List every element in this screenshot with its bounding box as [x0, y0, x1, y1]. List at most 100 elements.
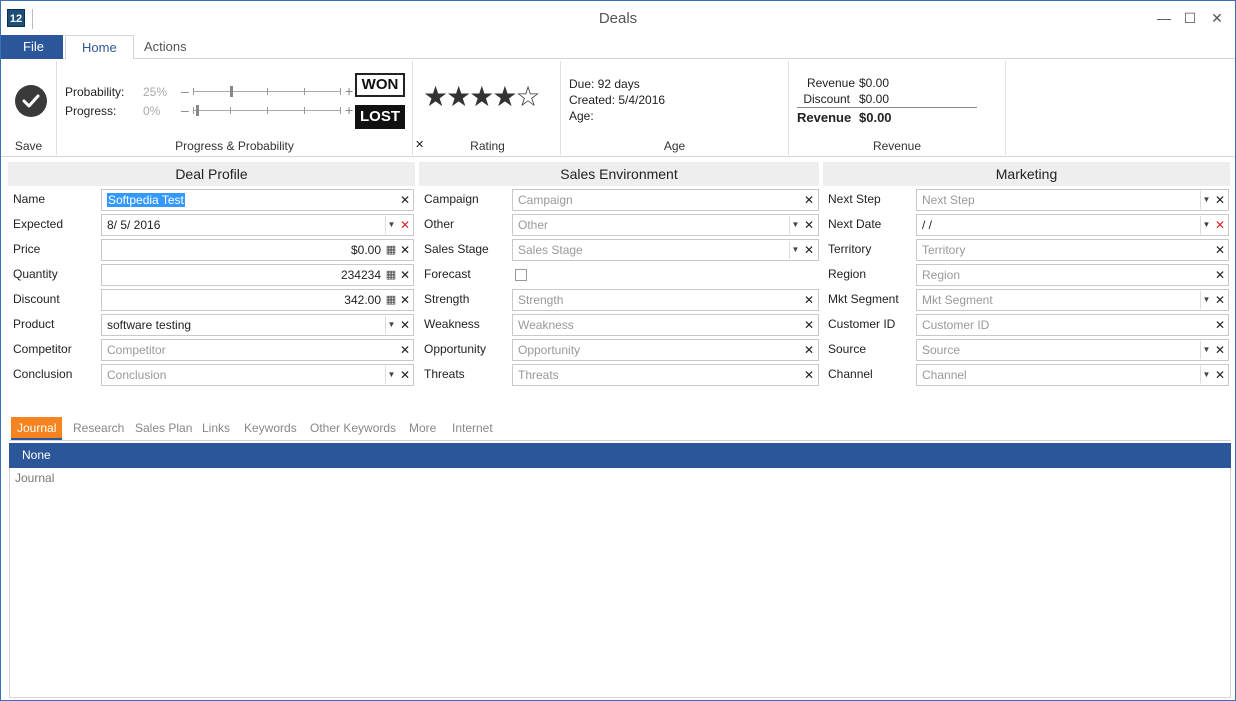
- rating-stars[interactable]: ★★★★☆: [423, 83, 541, 111]
- opportunity-clear-icon[interactable]: ✕: [802, 341, 816, 359]
- next-step-field[interactable]: Next Step: [916, 189, 1229, 211]
- region-clear-icon[interactable]: ✕: [1213, 266, 1227, 284]
- tab-actions[interactable]: Actions: [136, 35, 195, 59]
- progress-probability-label: Progress & Probability: [175, 139, 294, 153]
- quantity-field[interactable]: 234234: [101, 264, 414, 286]
- weakness-clear-icon[interactable]: ✕: [802, 316, 816, 334]
- maximize-button[interactable]: ☐: [1177, 7, 1203, 29]
- tab-more[interactable]: More: [403, 417, 442, 440]
- expected-dropdown-icon[interactable]: ▼: [385, 216, 397, 234]
- save-button[interactable]: [15, 85, 47, 117]
- other-dropdown-icon[interactable]: ▼: [789, 216, 801, 234]
- product-field[interactable]: software testing: [101, 314, 414, 336]
- star-empty-icon[interactable]: ☆: [515, 83, 540, 111]
- star-filled-icon[interactable]: ★: [446, 83, 471, 111]
- mkt-segment-clear-icon[interactable]: ✕: [1213, 291, 1227, 309]
- title-bar: 12 Deals — ☐ ✕: [1, 1, 1235, 35]
- next-date-clear-icon[interactable]: ✕: [1213, 216, 1227, 234]
- territory-row: Territory Territory ✕: [823, 237, 1230, 261]
- strength-clear-icon[interactable]: ✕: [802, 291, 816, 309]
- star-filled-icon[interactable]: ★: [469, 83, 494, 111]
- territory-field[interactable]: Territory: [916, 239, 1229, 261]
- name-clear-icon[interactable]: ✕: [398, 191, 412, 209]
- journal-text-area[interactable]: Journal: [9, 468, 1231, 698]
- quantity-calculator-icon[interactable]: ▦: [385, 266, 397, 284]
- campaign-field[interactable]: Campaign: [512, 189, 819, 211]
- channel-clear-icon[interactable]: ✕: [1213, 366, 1227, 384]
- opportunity-field[interactable]: Opportunity: [512, 339, 819, 361]
- progress-slider[interactable]: [193, 105, 341, 116]
- won-button[interactable]: WON: [355, 73, 405, 97]
- close-button[interactable]: ✕: [1204, 7, 1230, 29]
- next-step-clear-icon[interactable]: ✕: [1213, 191, 1227, 209]
- expected-label: Expected: [13, 217, 64, 231]
- probability-decrease-button[interactable]: –: [181, 83, 189, 99]
- probability-slider-thumb[interactable]: [230, 86, 233, 97]
- discount-field[interactable]: 342.00: [101, 289, 414, 311]
- conclusion-dropdown-icon[interactable]: ▼: [385, 366, 397, 384]
- tab-keywords[interactable]: Keywords: [238, 417, 303, 440]
- mkt-segment-dropdown-icon[interactable]: ▼: [1200, 291, 1212, 309]
- rating-label: Rating: [470, 139, 505, 153]
- next-date-dropdown-icon[interactable]: ▼: [1200, 216, 1212, 234]
- conclusion-clear-icon[interactable]: ✕: [398, 366, 412, 384]
- price-field[interactable]: $0.00: [101, 239, 414, 261]
- campaign-clear-icon[interactable]: ✕: [802, 191, 816, 209]
- product-dropdown-icon[interactable]: ▼: [385, 316, 397, 334]
- strength-field[interactable]: Strength: [512, 289, 819, 311]
- progress-slider-thumb[interactable]: [196, 105, 199, 116]
- tab-journal[interactable]: Journal: [11, 417, 63, 440]
- tab-internet[interactable]: Internet: [446, 417, 499, 440]
- sales-stage-dropdown-icon[interactable]: ▼: [789, 241, 801, 259]
- territory-clear-icon[interactable]: ✕: [1213, 241, 1227, 259]
- tab-sales-plan[interactable]: Sales Plan: [129, 417, 198, 440]
- expected-date-field[interactable]: 8/ 5/ 2016: [101, 214, 414, 236]
- quantity-clear-icon[interactable]: ✕: [398, 266, 412, 284]
- discount-label: Discount: [803, 92, 850, 106]
- other-clear-icon[interactable]: ✕: [802, 216, 816, 234]
- threats-clear-icon[interactable]: ✕: [802, 366, 816, 384]
- source-dropdown-icon[interactable]: ▼: [1200, 341, 1212, 359]
- price-calculator-icon[interactable]: ▦: [385, 241, 397, 259]
- tab-file[interactable]: File: [1, 35, 63, 59]
- probability-increase-button[interactable]: +: [345, 83, 353, 99]
- probability-value: 25%: [143, 85, 168, 99]
- discount-clear-icon[interactable]: ✕: [398, 291, 412, 309]
- sales-stage-clear-icon[interactable]: ✕: [802, 241, 816, 259]
- sales-stage-field[interactable]: Sales Stage: [512, 239, 819, 261]
- star-filled-icon[interactable]: ★: [423, 83, 448, 111]
- price-clear-icon[interactable]: ✕: [398, 241, 412, 259]
- product-clear-icon[interactable]: ✕: [398, 316, 412, 334]
- channel-field[interactable]: Channel: [916, 364, 1229, 386]
- name-field[interactable]: Softpedia Test: [101, 189, 414, 211]
- source-field[interactable]: Source: [916, 339, 1229, 361]
- region-field[interactable]: Region: [916, 264, 1229, 286]
- mkt-segment-field[interactable]: Mkt Segment: [916, 289, 1229, 311]
- competitor-field[interactable]: Competitor: [101, 339, 414, 361]
- threats-field[interactable]: Threats: [512, 364, 819, 386]
- lost-button[interactable]: LOST: [355, 105, 405, 129]
- tab-other-keywords[interactable]: Other Keywords: [304, 417, 402, 440]
- progress-decrease-button[interactable]: –: [181, 102, 189, 118]
- expected-clear-icon[interactable]: ✕: [398, 216, 412, 234]
- minimize-button[interactable]: —: [1151, 7, 1177, 29]
- other-field[interactable]: Other: [512, 214, 819, 236]
- tab-home[interactable]: Home: [65, 35, 134, 60]
- customer-id-clear-icon[interactable]: ✕: [1213, 316, 1227, 334]
- weakness-field[interactable]: Weakness: [512, 314, 819, 336]
- next-date-field[interactable]: / /: [916, 214, 1229, 236]
- forecast-checkbox[interactable]: [515, 269, 527, 281]
- journal-filter-bar[interactable]: None: [9, 443, 1231, 468]
- channel-dropdown-icon[interactable]: ▼: [1200, 366, 1212, 384]
- discount-calculator-icon[interactable]: ▦: [385, 291, 397, 309]
- tab-research[interactable]: Research: [67, 417, 130, 440]
- competitor-clear-icon[interactable]: ✕: [398, 341, 412, 359]
- probability-slider[interactable]: [193, 86, 341, 97]
- conclusion-field[interactable]: Conclusion: [101, 364, 414, 386]
- customer-id-field[interactable]: Customer ID: [916, 314, 1229, 336]
- source-clear-icon[interactable]: ✕: [1213, 341, 1227, 359]
- next-step-dropdown-icon[interactable]: ▼: [1200, 191, 1212, 209]
- tab-links[interactable]: Links: [196, 417, 236, 440]
- progress-increase-button[interactable]: +: [345, 102, 353, 118]
- star-filled-icon[interactable]: ★: [492, 83, 517, 111]
